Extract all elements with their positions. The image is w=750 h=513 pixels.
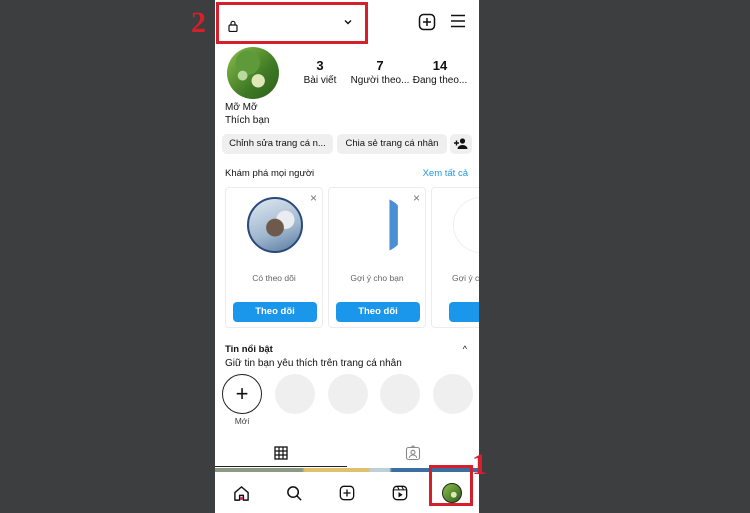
suggestion-card: Gợi ý c Theo xyxy=(431,187,479,328)
create-post-icon[interactable] xyxy=(418,13,436,31)
dismiss-suggestion-icon[interactable]: × xyxy=(310,192,317,204)
stat-following-label: Đang theo... xyxy=(412,75,468,86)
new-highlight-label: Mới xyxy=(234,416,250,426)
suggestion-card: × Có theo dõi Theo dõi xyxy=(225,187,323,328)
highlights-title: Tin nổi bật xyxy=(225,344,273,355)
stat-posts[interactable]: 3 Bài viết xyxy=(290,58,350,88)
highlight-placeholder xyxy=(328,374,368,414)
see-all-link[interactable]: Xem tất cả xyxy=(423,168,468,179)
follow-button[interactable]: Theo dõi xyxy=(233,302,317,322)
suggestion-subtitle: Có theo dõi xyxy=(252,273,296,283)
instagram-profile-screen: 3 Bài viết 7 Người theo... 14 Đang theo.… xyxy=(215,0,479,513)
suggestion-subtitle: Gợi ý c xyxy=(452,273,479,283)
suggestion-avatar[interactable] xyxy=(247,197,303,253)
display-name: Mỡ Mỡ xyxy=(225,102,258,113)
suggestion-avatar[interactable] xyxy=(453,197,479,253)
share-profile-button[interactable]: Chia sẻ trang cá nhân xyxy=(337,134,447,154)
annotation-number-2: 2 xyxy=(191,6,206,39)
stat-posts-label: Bài viết xyxy=(303,75,337,86)
stat-followers[interactable]: 7 Người theo... xyxy=(350,58,410,88)
active-tab-indicator xyxy=(215,466,347,467)
new-highlight-button[interactable]: + xyxy=(222,374,262,414)
stat-followers-value: 7 xyxy=(376,58,384,73)
notification-dot xyxy=(240,497,243,500)
screenshot-stage: 3 Bài viết 7 Người theo... 14 Đang theo.… xyxy=(0,0,750,513)
profile-avatar[interactable] xyxy=(227,47,279,99)
add-person-icon xyxy=(454,138,468,149)
search-icon xyxy=(286,485,302,501)
nav-create[interactable] xyxy=(332,478,362,508)
highlight-placeholder xyxy=(380,374,420,414)
discover-people-title: Khám phá mọi người xyxy=(225,168,315,179)
stat-following[interactable]: 14 Đang theo... xyxy=(410,58,470,88)
annotation-box-profile-tab xyxy=(429,465,473,506)
stat-following-value: 14 xyxy=(432,58,448,73)
tab-tagged[interactable] xyxy=(347,440,479,468)
suggestion-card: × Gợi ý cho bạn Theo dõi xyxy=(328,187,426,328)
suggestion-avatar[interactable] xyxy=(350,197,406,253)
suggestion-subtitle: Gợi ý cho bạn xyxy=(350,273,404,283)
grid-icon xyxy=(274,446,288,460)
annotation-number-1: 1 xyxy=(472,448,487,481)
dismiss-suggestion-icon[interactable]: × xyxy=(413,192,420,204)
highlight-placeholder xyxy=(275,374,315,414)
tab-posts-grid[interactable] xyxy=(215,440,347,468)
nav-search[interactable] xyxy=(279,478,309,508)
hamburger-menu-icon[interactable] xyxy=(450,13,466,29)
edit-profile-button[interactable]: Chỉnh sửa trang cá n... xyxy=(222,134,333,154)
follow-button[interactable]: Theo xyxy=(449,302,479,322)
stat-posts-value: 3 xyxy=(316,58,324,73)
tagged-person-icon xyxy=(405,445,421,461)
profile-bio: Thích bạn xyxy=(225,115,270,126)
follow-button[interactable]: Theo dõi xyxy=(336,302,420,322)
highlight-placeholder xyxy=(433,374,473,414)
nav-reels[interactable] xyxy=(385,478,415,508)
nav-home[interactable] xyxy=(226,478,256,508)
content-tabs xyxy=(215,440,479,468)
highlights-subtitle: Giữ tin bạn yêu thích trên trang cá nhân xyxy=(225,358,402,369)
reels-icon xyxy=(392,485,408,501)
stat-followers-label: Người theo... xyxy=(350,75,410,86)
create-icon xyxy=(339,485,355,501)
collapse-highlights-icon[interactable]: ^ xyxy=(463,344,467,354)
annotation-box-account-switcher xyxy=(216,2,368,44)
discover-people-button[interactable] xyxy=(450,134,472,154)
